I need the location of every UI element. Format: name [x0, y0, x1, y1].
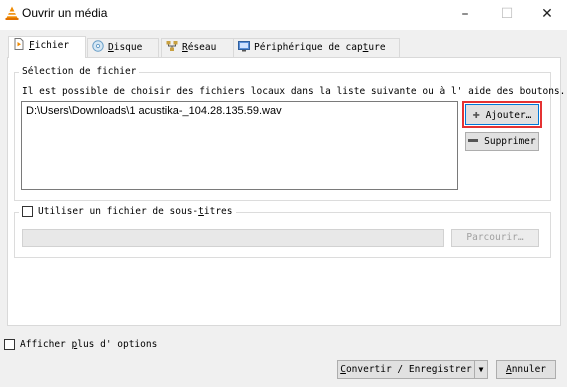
- convert-dropdown-button[interactable]: ▼: [474, 360, 488, 379]
- window-title: Ouvrir un média: [22, 6, 108, 20]
- cancel-button[interactable]: Annuler: [496, 360, 556, 379]
- file-list-item[interactable]: D:\Users\Downloads\1 acustika-_104.28.13…: [26, 105, 453, 117]
- plus-icon: ✚: [472, 107, 480, 121]
- browse-button[interactable]: Parcourir…: [451, 229, 539, 247]
- close-button[interactable]: ✕: [527, 0, 567, 30]
- subtitle-checkbox-label: Utiliser un fichier de sous-titres: [38, 206, 233, 217]
- subtitle-checkbox[interactable]: [22, 206, 33, 217]
- file-list[interactable]: D:\Users\Downloads\1 acustika-_104.28.13…: [21, 101, 458, 190]
- disc-icon: [92, 40, 104, 52]
- vlc-cone-icon: [5, 6, 19, 20]
- subtitle-checkbox-row[interactable]: Utiliser un fichier de sous-titres: [19, 206, 236, 217]
- network-icon: [166, 41, 178, 51]
- file-selection-legend: Sélection de fichier: [19, 66, 140, 77]
- tab-reseau[interactable]: Réseau: [161, 38, 237, 57]
- remove-button[interactable]: Supprimer: [465, 132, 539, 151]
- show-more-options-label: Afficher plus d' options: [20, 339, 158, 350]
- file-icon: [14, 38, 24, 50]
- minimize-button[interactable]: –: [445, 0, 485, 30]
- subtitle-path-input[interactable]: [22, 229, 444, 247]
- tab-fichier[interactable]: Fichier: [8, 36, 86, 58]
- tab-peripherique-de-capture[interactable]: Périphérique de capture: [233, 38, 400, 57]
- minus-icon: [468, 139, 479, 142]
- show-more-options[interactable]: Afficher plus d' options: [4, 339, 157, 350]
- convert-save-button[interactable]: Convertir / Enregistrer: [337, 360, 475, 379]
- tab-disque[interactable]: Disque: [87, 38, 159, 57]
- dropdown-arrow-icon: ▼: [478, 365, 484, 374]
- maximize-button[interactable]: ☐: [487, 0, 527, 30]
- capture-device-icon: [238, 41, 250, 52]
- file-selection-description: Il est possible de choisir des fichiers …: [22, 86, 566, 97]
- add-button[interactable]: ✚ Ajouter…: [465, 104, 539, 125]
- show-more-options-checkbox[interactable]: [4, 339, 15, 350]
